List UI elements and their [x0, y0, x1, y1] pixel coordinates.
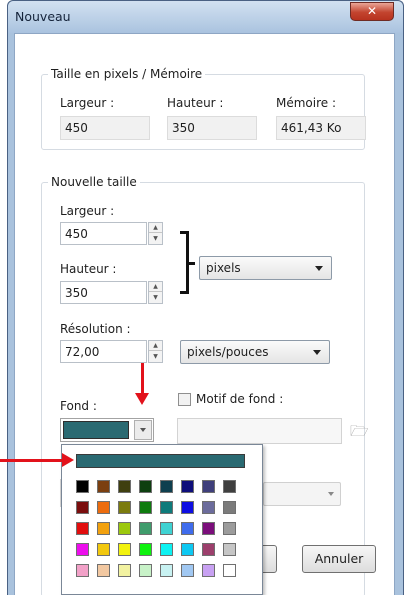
color-swatch[interactable]: [160, 564, 173, 577]
color-swatch[interactable]: [181, 564, 194, 577]
color-swatch[interactable]: [160, 543, 173, 556]
color-swatch[interactable]: [160, 522, 173, 535]
color-swatch[interactable]: [181, 543, 194, 556]
spin-up-icon[interactable]: ▲: [149, 223, 162, 233]
color-swatch[interactable]: [223, 564, 236, 577]
color-swatch[interactable]: [97, 522, 110, 535]
annotation-arrowhead-right: [62, 453, 74, 467]
color-swatch[interactable]: [76, 543, 89, 556]
color-swatch[interactable]: [76, 522, 89, 535]
resolution-input[interactable]: 72,00: [60, 340, 147, 363]
color-swatch[interactable]: [118, 564, 131, 577]
color-swatch[interactable]: [160, 501, 173, 514]
color-swatch[interactable]: [223, 480, 236, 493]
spin-down-icon[interactable]: ▼: [149, 234, 162, 244]
color-swatch[interactable]: [181, 501, 194, 514]
color-swatch[interactable]: [76, 480, 89, 493]
resolution-unit-select[interactable]: pixels/pouces: [180, 340, 330, 364]
annotation-arrowhead-down: [135, 393, 149, 405]
color-swatch[interactable]: [139, 480, 152, 493]
spin-up-icon[interactable]: ▲: [149, 282, 162, 292]
chevron-down-icon: [328, 492, 334, 496]
lower-select[interactable]: [263, 482, 341, 506]
spin-up-icon[interactable]: ▲: [149, 341, 162, 351]
background-pattern-checkbox[interactable]: [178, 393, 191, 406]
current-size-legend: Taille en pixels / Mémoire: [48, 67, 206, 81]
selected-color-bar[interactable]: [76, 454, 245, 468]
color-swatch[interactable]: [118, 501, 131, 514]
color-swatch[interactable]: [97, 543, 110, 556]
color-swatch[interactable]: [139, 543, 152, 556]
annotation-arrow-vertical: [141, 363, 144, 395]
new-width-stepper[interactable]: ▲ ▼: [148, 222, 163, 245]
new-height-stepper[interactable]: ▲ ▼: [148, 281, 163, 304]
cancel-button[interactable]: Annuler: [302, 545, 376, 573]
current-height-label: Hauteur :: [167, 96, 224, 110]
close-icon: ✕: [366, 4, 378, 18]
unit-select-value: pixels: [206, 261, 241, 275]
new-height-input[interactable]: 350: [60, 281, 147, 304]
new-height-label: Hauteur :: [60, 262, 117, 276]
new-width-label: Largeur :: [60, 204, 115, 218]
color-swatch[interactable]: [181, 522, 194, 535]
color-swatch[interactable]: [118, 522, 131, 535]
color-palette-popup: [61, 444, 263, 595]
chevron-down-icon: [140, 428, 146, 432]
color-swatch[interactable]: [181, 480, 194, 493]
current-width-label: Largeur :: [60, 96, 115, 110]
link-bracket-tick: [187, 262, 195, 265]
color-swatch[interactable]: [223, 543, 236, 556]
new-size-legend: Nouvelle taille: [48, 175, 140, 189]
color-swatch[interactable]: [97, 501, 110, 514]
title-bar[interactable]: Nouveau ✕: [8, 1, 403, 33]
resolution-label: Résolution :: [60, 322, 131, 336]
spin-down-icon[interactable]: ▼: [149, 293, 162, 303]
color-swatch[interactable]: [223, 522, 236, 535]
color-swatch[interactable]: [139, 564, 152, 577]
color-swatch[interactable]: [97, 564, 110, 577]
color-swatch[interactable]: [139, 501, 152, 514]
color-swatch[interactable]: [97, 480, 110, 493]
color-swatch[interactable]: [202, 543, 215, 556]
color-swatch[interactable]: [202, 501, 215, 514]
memory-label: Mémoire :: [276, 96, 337, 110]
chevron-down-icon: [315, 266, 323, 271]
resolution-unit-value: pixels/pouces: [187, 345, 269, 359]
unit-select[interactable]: pixels: [199, 256, 332, 280]
background-color-picker[interactable]: [60, 418, 154, 442]
background-pattern-label: Motif de fond :: [196, 392, 284, 406]
close-button[interactable]: ✕: [350, 2, 394, 21]
new-width-input[interactable]: 450: [60, 222, 147, 245]
background-pattern-field: [177, 418, 342, 444]
color-swatch[interactable]: [223, 501, 236, 514]
open-folder-icon[interactable]: 🗁: [350, 421, 369, 446]
color-swatch[interactable]: [202, 564, 215, 577]
memory-value: 461,43 Ko: [276, 116, 366, 140]
color-swatch[interactable]: [118, 480, 131, 493]
color-swatch[interactable]: [76, 564, 89, 577]
background-label: Fond :: [60, 399, 97, 413]
chevron-down-icon: [313, 350, 321, 355]
background-color-dropdown-button[interactable]: [134, 420, 152, 440]
color-swatch[interactable]: [202, 480, 215, 493]
current-height-value: 350: [167, 116, 257, 140]
annotation-arrow-horizontal: [0, 459, 62, 462]
color-swatch[interactable]: [76, 501, 89, 514]
color-swatch[interactable]: [202, 522, 215, 535]
current-width-value: 450: [60, 116, 150, 140]
spin-down-icon[interactable]: ▼: [149, 352, 162, 362]
color-swatch[interactable]: [160, 480, 173, 493]
background-color-swatch: [63, 421, 129, 439]
color-swatch[interactable]: [118, 543, 131, 556]
resolution-stepper[interactable]: ▲ ▼: [148, 340, 163, 363]
color-swatch[interactable]: [139, 522, 152, 535]
window-title: Nouveau: [15, 9, 71, 24]
